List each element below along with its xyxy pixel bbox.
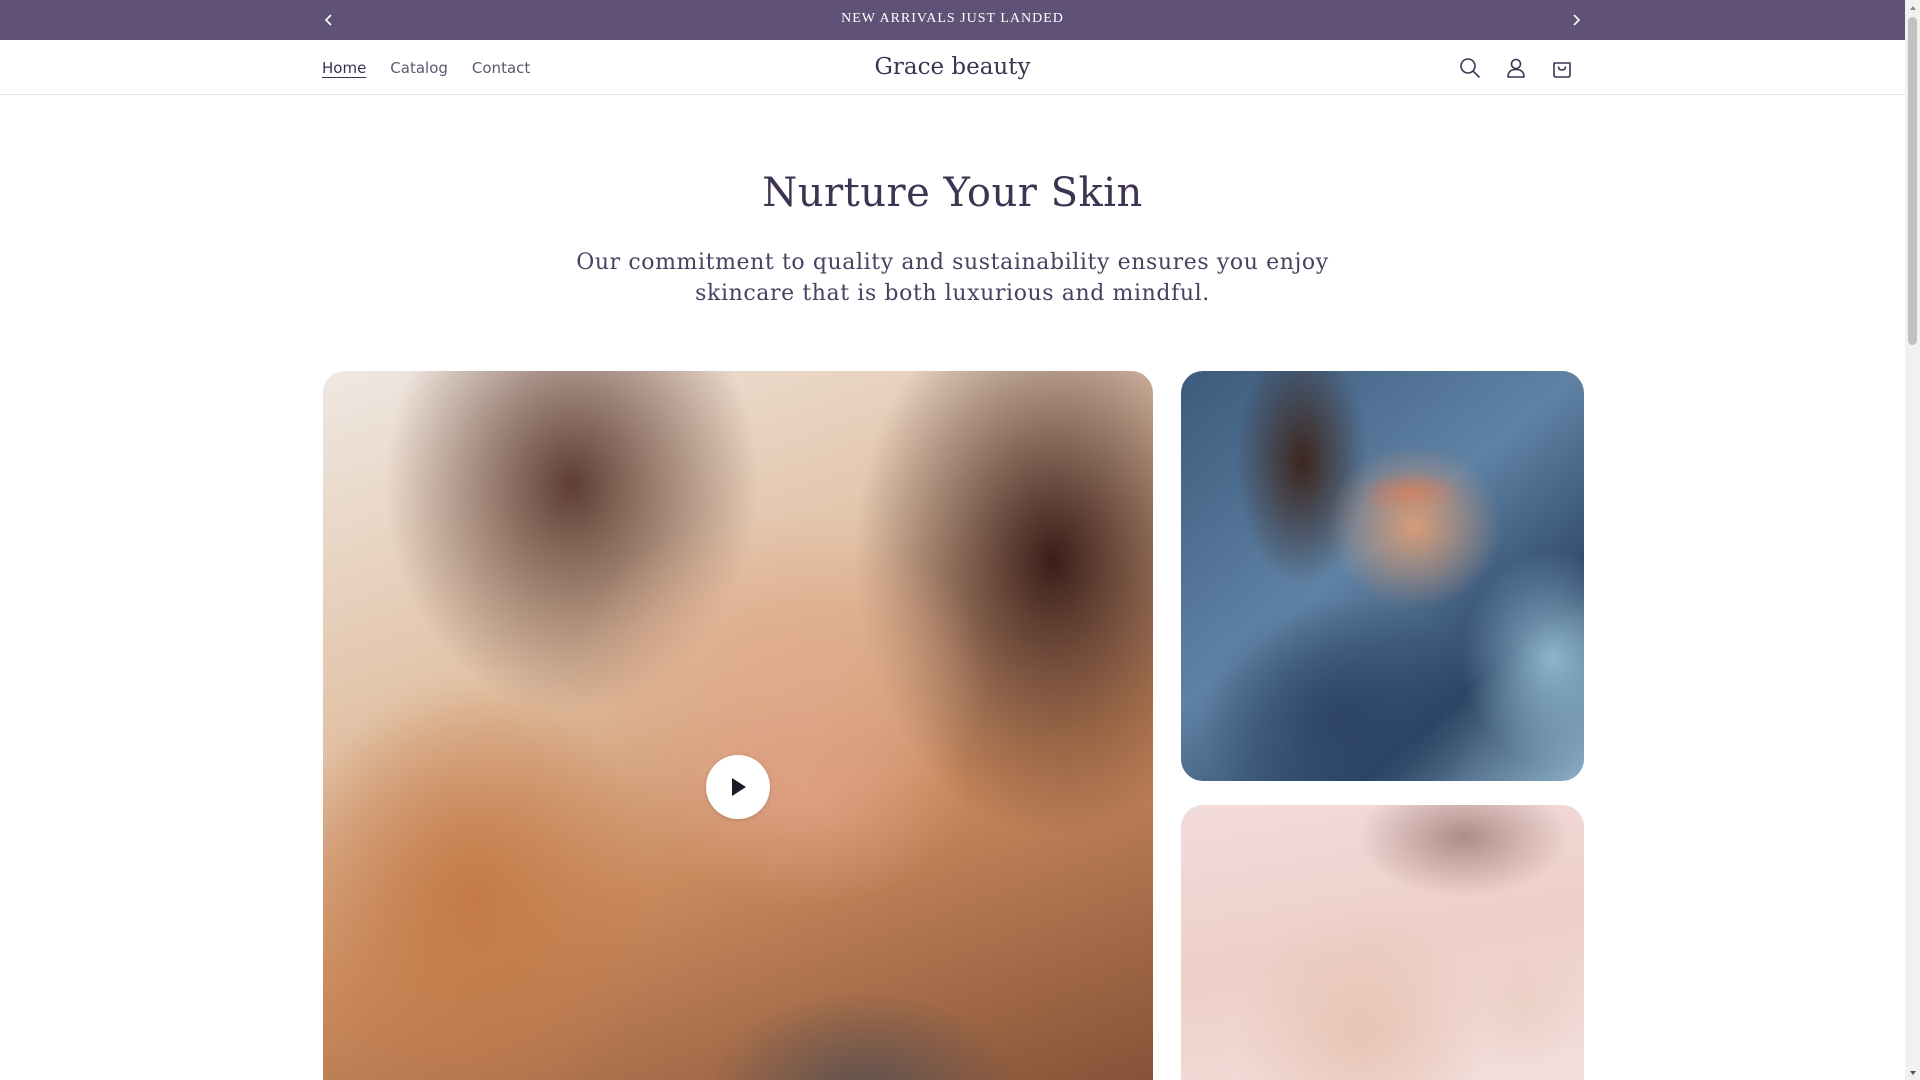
- main-nav: Home Catalog Contact: [310, 40, 542, 95]
- site-header: Home Catalog Contact Grace beauty: [0, 40, 1905, 95]
- announcement-text: NEW ARRIVALS JUST LANDED: [841, 11, 1064, 26]
- model-denim-jacket-photo: [1181, 371, 1584, 781]
- announcement-bar: NEW ARRIVALS JUST LANDED: [0, 0, 1905, 40]
- nav-link-contact[interactable]: Contact: [460, 51, 542, 85]
- hero-video-tile[interactable]: [323, 371, 1153, 1080]
- page-scrollbar[interactable]: [1905, 0, 1920, 1080]
- header-icons: [1447, 40, 1585, 95]
- scrollbar-thumb[interactable]: [1908, 17, 1917, 345]
- announcement-next-button[interactable]: [1556, 0, 1596, 40]
- cart-button[interactable]: [1539, 45, 1585, 91]
- site-logo-wrapper: Grace beauty: [0, 40, 1905, 95]
- hero-title: Nurture Your Skin: [762, 170, 1143, 216]
- search-icon: [1460, 57, 1480, 78]
- cart-icon: [1553, 61, 1571, 78]
- triangle-up-icon: [1909, 5, 1916, 10]
- play-video-button[interactable]: [706, 755, 770, 819]
- account-button[interactable]: [1493, 45, 1539, 91]
- scroll-down-button[interactable]: [1905, 1065, 1920, 1080]
- triangle-down-icon: [1909, 1070, 1916, 1075]
- scroll-up-button[interactable]: [1905, 0, 1920, 15]
- site-logo[interactable]: Grace beauty: [875, 54, 1031, 80]
- page: NEW ARRIVALS JUST LANDED Home Catalog Co…: [0, 0, 1905, 1080]
- nav-link-catalog[interactable]: Catalog: [378, 51, 460, 85]
- hero-subtitle: Our commitment to quality and sustainabi…: [576, 250, 1329, 306]
- play-icon: [732, 778, 746, 796]
- search-button[interactable]: [1447, 45, 1493, 91]
- account-icon: [1507, 58, 1525, 78]
- chevron-right-icon: [1573, 14, 1581, 26]
- model-smiling-photo: [1181, 805, 1584, 1080]
- nav-link-home[interactable]: Home: [310, 51, 378, 85]
